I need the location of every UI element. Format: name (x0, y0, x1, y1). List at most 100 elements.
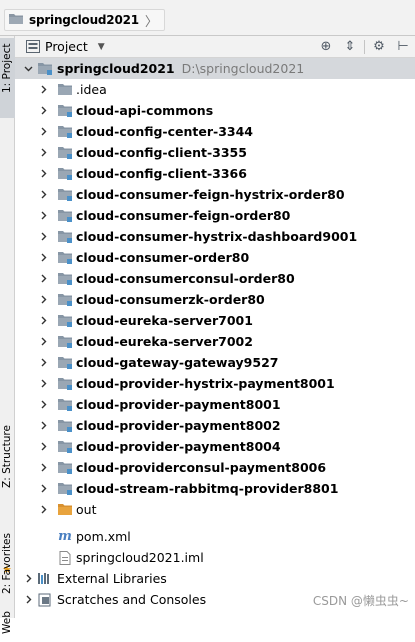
tree-folder[interactable]: cloud-stream-rabbitmq-provider8801 (15, 478, 415, 499)
folder-icon (57, 83, 73, 97)
tree-folder[interactable]: cloud-config-center-3344 (15, 121, 415, 142)
root-name: springcloud2021 (57, 61, 175, 76)
tab-structure[interactable]: Z: Structure (0, 396, 15, 496)
panel-toolbar: ⊕ ⇕ ⚙ ⊢ (314, 36, 415, 57)
gear-icon[interactable]: ⚙ (367, 39, 391, 54)
tree-folder[interactable]: cloud-config-client-3366 (15, 163, 415, 184)
chevron-right-icon[interactable] (23, 574, 33, 584)
breadcrumb-separator: 〉 (144, 14, 158, 30)
tree-folder[interactable]: cloud-provider-hystrix-payment8001 (15, 373, 415, 394)
tree-folder[interactable]: cloud-consumer-feign-hystrix-order80 (15, 184, 415, 205)
tree-folder[interactable]: .idea (15, 79, 415, 100)
chevron-right-icon[interactable] (38, 85, 48, 95)
project-panel-header: Project ▼ ⊕ ⇕ ⚙ ⊢ (15, 36, 415, 58)
chevron-right-icon[interactable] (38, 169, 48, 179)
tool-window-strip: 1: Project Z: Structure ★ 2: Favorites W… (0, 36, 15, 634)
chevron-right-icon[interactable] (38, 211, 48, 221)
tree-folder-label: .idea (76, 82, 107, 97)
chevron-right-icon[interactable] (38, 106, 48, 116)
tree-folder-label: cloud-consumerzk-order80 (76, 292, 265, 307)
file-iml[interactable]: springcloud2021.iml (15, 547, 415, 568)
file-iml-label: springcloud2021.iml (76, 550, 204, 565)
tree-folder-label: cloud-consumer-hystrix-dashboard9001 (76, 229, 358, 244)
tree-folder-label: cloud-provider-payment8001 (76, 397, 281, 412)
module-folder-icon (57, 167, 73, 181)
tree-folder[interactable]: cloud-consumerconsul-order80 (15, 268, 415, 289)
tree-folder-label: cloud-gateway-gateway9527 (76, 355, 279, 370)
tree-root[interactable]: springcloud2021 D:\springcloud2021 (15, 58, 415, 79)
tab-web-label: Web (1, 611, 13, 634)
chevron-right-icon[interactable] (38, 505, 48, 515)
module-folder-icon (57, 440, 73, 454)
maven-icon: m (58, 529, 72, 544)
tree-folder[interactable]: cloud-api-commons (15, 100, 415, 121)
tab-favorites[interactable]: 2: Favorites (0, 498, 15, 598)
chevron-right-icon[interactable] (38, 148, 48, 158)
tree-folder[interactable]: cloud-consumer-hystrix-dashboard9001 (15, 226, 415, 247)
chevron-right-icon[interactable] (38, 463, 48, 473)
project-view-icon (26, 40, 40, 53)
file-pom-label: pom.xml (76, 529, 131, 544)
tree-folder[interactable]: cloud-eureka-server7002 (15, 331, 415, 352)
file-pom[interactable]: m pom.xml (15, 526, 415, 547)
module-folder-icon (57, 377, 73, 391)
tree-folder-label: cloud-provider-hystrix-payment8001 (76, 376, 335, 391)
chevron-right-icon[interactable] (38, 358, 48, 368)
tree-folder[interactable]: cloud-provider-payment8002 (15, 415, 415, 436)
module-folder-icon (57, 272, 73, 286)
chevron-right-icon[interactable] (38, 190, 48, 200)
tree-folder[interactable]: cloud-consumer-order80 (15, 247, 415, 268)
chevron-right-icon[interactable] (38, 295, 48, 305)
external-libraries[interactable]: External Libraries (15, 568, 415, 589)
breadcrumb-project[interactable]: springcloud2021 〉 (4, 9, 165, 31)
view-dropdown-icon[interactable]: ▼ (98, 42, 105, 52)
chevron-right-icon[interactable] (23, 595, 33, 605)
panel-title[interactable]: Project (45, 39, 88, 54)
tree-folder[interactable]: out (15, 499, 415, 520)
tree-folder[interactable]: cloud-consumer-feign-order80 (15, 205, 415, 226)
module-folder-icon (57, 398, 73, 412)
tree-folder[interactable]: cloud-config-client-3355 (15, 142, 415, 163)
tree-folder[interactable]: cloud-provider-payment8001 (15, 394, 415, 415)
chevron-right-icon[interactable] (38, 337, 48, 347)
hide-icon[interactable]: ⊢ (391, 39, 415, 54)
library-icon (37, 572, 53, 586)
chevron-right-icon[interactable] (38, 274, 48, 284)
tree-folder[interactable]: cloud-eureka-server7001 (15, 310, 415, 331)
tree-folder[interactable]: cloud-consumerzk-order80 (15, 289, 415, 310)
chevron-right-icon[interactable] (38, 421, 48, 431)
scratches-label: Scratches and Consoles (57, 592, 207, 607)
tree-folder-label: cloud-consumer-order80 (76, 250, 250, 265)
tree-folder-label: cloud-consumerconsul-order80 (76, 271, 295, 286)
module-folder-icon (57, 461, 73, 475)
module-folder-icon (57, 251, 73, 265)
folder-icon (8, 12, 24, 28)
chevron-right-icon[interactable] (38, 484, 48, 494)
chevron-right-icon[interactable] (38, 379, 48, 389)
tree-folder-label: cloud-config-center-3344 (76, 124, 253, 139)
chevron-right-icon[interactable] (38, 253, 48, 263)
collapse-all-icon[interactable]: ⇕ (338, 39, 362, 54)
tree-folder[interactable]: cloud-providerconsul-payment8006 (15, 457, 415, 478)
root-label: springcloud2021 D:\springcloud2021 (57, 61, 304, 76)
module-folder-icon (57, 356, 73, 370)
tree-folder[interactable]: cloud-provider-payment8004 (15, 436, 415, 457)
tree-folder-label: cloud-eureka-server7001 (76, 313, 253, 328)
tree-folder-label: cloud-providerconsul-payment8006 (76, 460, 327, 475)
locate-icon[interactable]: ⊕ (314, 39, 338, 54)
tab-web[interactable]: Web (0, 602, 15, 642)
chevron-right-icon[interactable] (38, 316, 48, 326)
chevron-down-icon[interactable] (23, 64, 33, 74)
tree-folder-label: cloud-consumer-feign-order80 (76, 208, 291, 223)
tab-project[interactable]: 1: Project (0, 38, 15, 118)
chevron-right-icon[interactable] (38, 400, 48, 410)
chevron-right-icon[interactable] (38, 127, 48, 137)
navigation-bar: springcloud2021 〉 (0, 0, 415, 36)
tree-folder[interactable]: cloud-gateway-gateway9527 (15, 352, 415, 373)
chevron-right-icon[interactable] (38, 232, 48, 242)
module-folder-icon (57, 314, 73, 328)
chevron-right-icon[interactable] (38, 442, 48, 452)
tree-folder-label: cloud-stream-rabbitmq-provider8801 (76, 481, 339, 496)
tab-structure-label: Z: Structure (1, 425, 13, 488)
module-folder-icon (57, 293, 73, 307)
